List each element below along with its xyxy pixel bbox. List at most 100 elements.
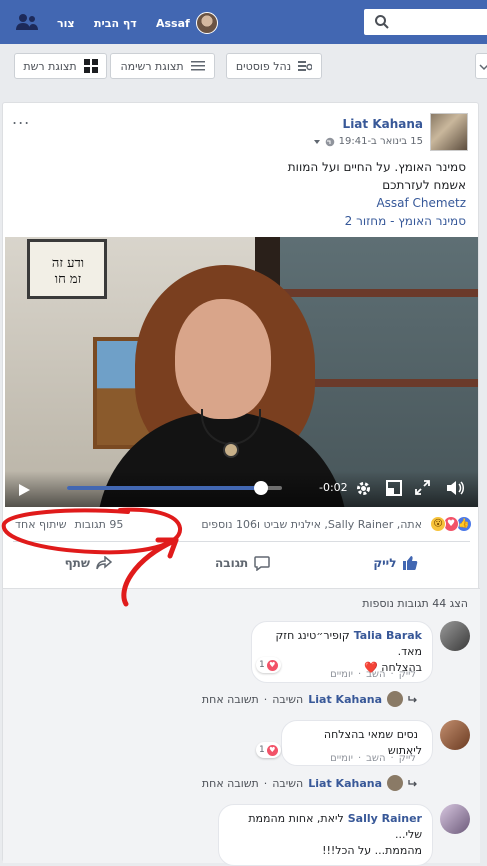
commenter-name[interactable]: Sally Rainer: [348, 812, 422, 825]
play-icon[interactable]: [17, 483, 31, 497]
post-timestamp[interactable]: 15 בינואר ב-19:41: [339, 136, 423, 147]
avatar: [387, 691, 403, 707]
globe-icon: [325, 137, 334, 146]
separator: ·: [263, 776, 268, 790]
view-more-comments-link[interactable]: הצג 44 תגובות נוספות: [362, 597, 468, 610]
comment-text: מהממת... על הכל!!!: [322, 844, 422, 857]
thumbs-up-icon: [403, 556, 418, 570]
video-controls: -0:02: [5, 471, 478, 507]
list-icon: [190, 61, 205, 71]
reply-arrow-icon: [408, 696, 417, 703]
post-line: אשמח לעזרתכם: [382, 178, 466, 192]
avatar: [387, 775, 403, 791]
video-player[interactable]: ודע זה זמ חו -0:02: [5, 237, 478, 507]
create-link[interactable]: צור: [57, 17, 75, 30]
post-mention[interactable]: Assaf Chemetz: [288, 194, 466, 212]
comment-reaction-count: 1: [259, 745, 265, 755]
reply-count: תשובה אחת: [201, 692, 259, 706]
list-view-button[interactable]: תצוגת רשימה: [110, 53, 215, 79]
video-shelf: [280, 289, 478, 297]
separator: ·: [390, 753, 394, 764]
comment-reaction[interactable]: 1 ♥: [256, 742, 281, 758]
commenter-avatar[interactable]: [440, 621, 470, 651]
post-actions: לייק תגובה שתף: [13, 547, 470, 579]
home-link[interactable]: דף הבית: [94, 17, 137, 30]
wow-reaction-icon: 😮: [430, 516, 446, 532]
love-reaction-icon: ♥: [266, 659, 278, 671]
gear-list-icon: [298, 61, 313, 71]
separator: ·: [357, 753, 362, 764]
video-progress-bar[interactable]: [67, 481, 282, 495]
like-label: לייק: [373, 556, 397, 570]
comment-like-link[interactable]: לייק: [399, 753, 416, 764]
comment-reaction[interactable]: 1 ♥: [256, 657, 281, 673]
volume-icon[interactable]: [446, 480, 464, 496]
comment-reply-link[interactable]: השב: [366, 753, 385, 764]
more-options-button[interactable]: [475, 53, 487, 79]
post-line: סמינר האומץ - מחזור 2: [344, 214, 466, 228]
comment-actions: לייק · השב · יומיים: [330, 753, 416, 764]
reactors-list[interactable]: אתה, Sally Rainer, אילנית שביט ו106 נוספ…: [201, 518, 422, 531]
grid-icon: [83, 59, 98, 73]
reply-author: Liat Kahana: [308, 692, 382, 706]
reply-arrow-icon: [408, 780, 417, 787]
share-icon: [96, 556, 112, 570]
divider: [13, 541, 470, 542]
avatar: [195, 12, 218, 34]
reactions-summary: 👍 ♥ 😮 אתה, Sally Rainer, אילנית שביט ו10…: [3, 515, 480, 535]
commenter-avatar[interactable]: [440, 804, 470, 834]
list-view-label: תצוגת רשימה: [120, 59, 184, 73]
comment-label: תגובה: [215, 556, 249, 570]
post-meta: 15 בינואר ב-19:41: [313, 136, 423, 147]
comment-icon: [254, 555, 271, 571]
share-button[interactable]: שתף: [65, 556, 112, 570]
comment-reaction-count: 1: [259, 660, 265, 670]
commenter-name[interactable]: Talia Barak: [354, 629, 422, 642]
author-avatar[interactable]: [430, 113, 468, 151]
comment-like-link[interactable]: לייק: [399, 669, 416, 680]
post-body: סמינר האומץ. על החיים ועל המוות אשמח לעז…: [288, 158, 466, 230]
separator: ·: [357, 669, 362, 680]
audience-chevron-icon[interactable]: [313, 138, 321, 146]
post-card: ... Liat Kahana 15 בינואר ב-19:41 סמינר …: [2, 102, 480, 866]
search-input[interactable]: [364, 9, 487, 35]
comment-button[interactable]: תגובה: [215, 555, 271, 571]
shares-count[interactable]: שיתוף אחד: [15, 518, 67, 531]
engagement-counts: 95 תגובות שיתוף אחד: [15, 518, 123, 531]
reaction-icons[interactable]: 👍 ♥ 😮: [430, 516, 472, 532]
separator: ·: [390, 669, 394, 680]
share-label: שתף: [64, 556, 90, 570]
post-line: סמינר האומץ. על החיים ועל המוות: [287, 160, 466, 174]
video-progress-fill: [67, 486, 261, 490]
comment-reply-link[interactable]: השב: [366, 669, 385, 680]
settings-gear-icon[interactable]: [355, 480, 372, 497]
friends-icon[interactable]: [16, 13, 38, 31]
commenter-avatar[interactable]: [440, 720, 470, 750]
video-progress-handle[interactable]: [253, 481, 268, 495]
manage-posts-label: נהל פוסטים: [235, 59, 292, 73]
pip-icon[interactable]: [386, 480, 402, 496]
replies-summary[interactable]: Liat Kahana השיבה · תשובה אחת: [202, 775, 418, 791]
profile-name: Assaf: [156, 16, 190, 30]
fullscreen-icon[interactable]: [415, 480, 430, 495]
replies-summary[interactable]: Liat Kahana השיבה · תשובה אחת: [202, 691, 418, 707]
person-pendant: [223, 442, 239, 458]
reply-author: Liat Kahana: [308, 776, 382, 790]
grid-view-button[interactable]: תצוגת רשת: [14, 53, 107, 79]
search-icon: [375, 15, 389, 29]
love-reaction-icon: ♥: [266, 744, 278, 756]
like-button[interactable]: לייק: [373, 555, 418, 571]
separator: ·: [263, 692, 268, 706]
comment-time[interactable]: יומיים: [330, 753, 353, 764]
profile-link[interactable]: Assaf: [156, 11, 218, 35]
manage-posts-button[interactable]: נהל פוסטים: [226, 53, 322, 79]
comments-count[interactable]: 95 תגובות: [75, 518, 124, 531]
person-face: [175, 299, 271, 419]
comments-section: הצג 44 תגובות נוספות Talia Barakקופיר״טי…: [3, 588, 480, 866]
comment-time[interactable]: יומיים: [330, 669, 353, 680]
post-options-icon[interactable]: ...: [12, 109, 30, 128]
grid-view-label: תצוגת רשת: [23, 59, 77, 73]
wall-sign: ודע זה זמ חו: [27, 239, 107, 299]
author-name[interactable]: Liat Kahana: [343, 117, 423, 131]
reply-verb: השיבה: [272, 692, 304, 706]
